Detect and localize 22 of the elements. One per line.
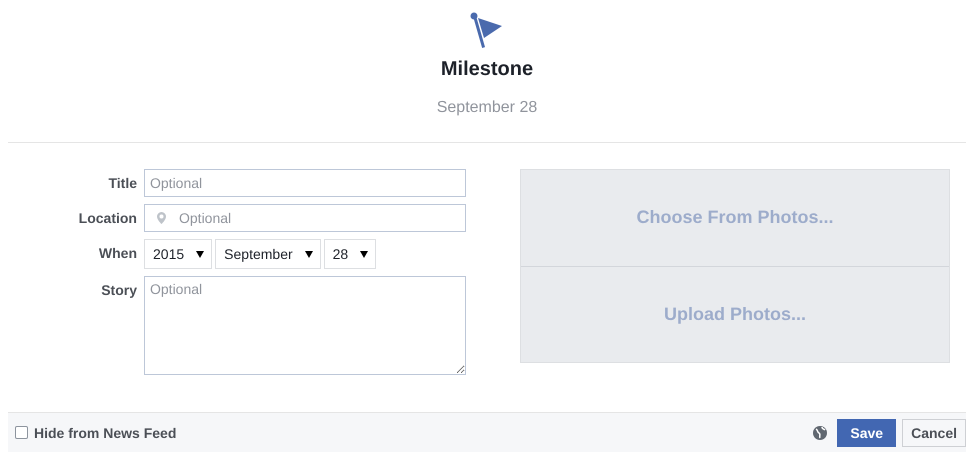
- field-label: Story: [100, 281, 137, 300]
- location-field[interactable]: Optional: [144, 204, 466, 232]
- date-select[interactable]: 28: [324, 239, 376, 269]
- hide-label: Hide from News Feed: [34, 424, 176, 440]
- caret-icon: [360, 250, 368, 258]
- flag-icon: [470, 12, 504, 50]
- cancel-button[interactable]: Cancel: [902, 418, 966, 446]
- pin-icon: [157, 212, 166, 224]
- milestone-date: September 28: [436, 99, 538, 117]
- date-select[interactable]: 2015: [144, 239, 212, 269]
- story-field[interactable]: Optional: [144, 276, 466, 375]
- hide-checkbox[interactable]: [15, 426, 28, 439]
- globe-icon[interactable]: [813, 426, 828, 440]
- caret-icon: [304, 250, 313, 258]
- field-label: Title: [107, 174, 137, 193]
- caret-icon: [196, 250, 204, 258]
- title-field[interactable]: Optional: [144, 169, 466, 197]
- date-select[interactable]: September: [215, 239, 321, 269]
- save-button[interactable]: Save: [837, 418, 896, 446]
- field-label: When: [98, 244, 137, 263]
- milestone-title: Milestone: [440, 58, 534, 81]
- field-label: Location: [78, 209, 137, 228]
